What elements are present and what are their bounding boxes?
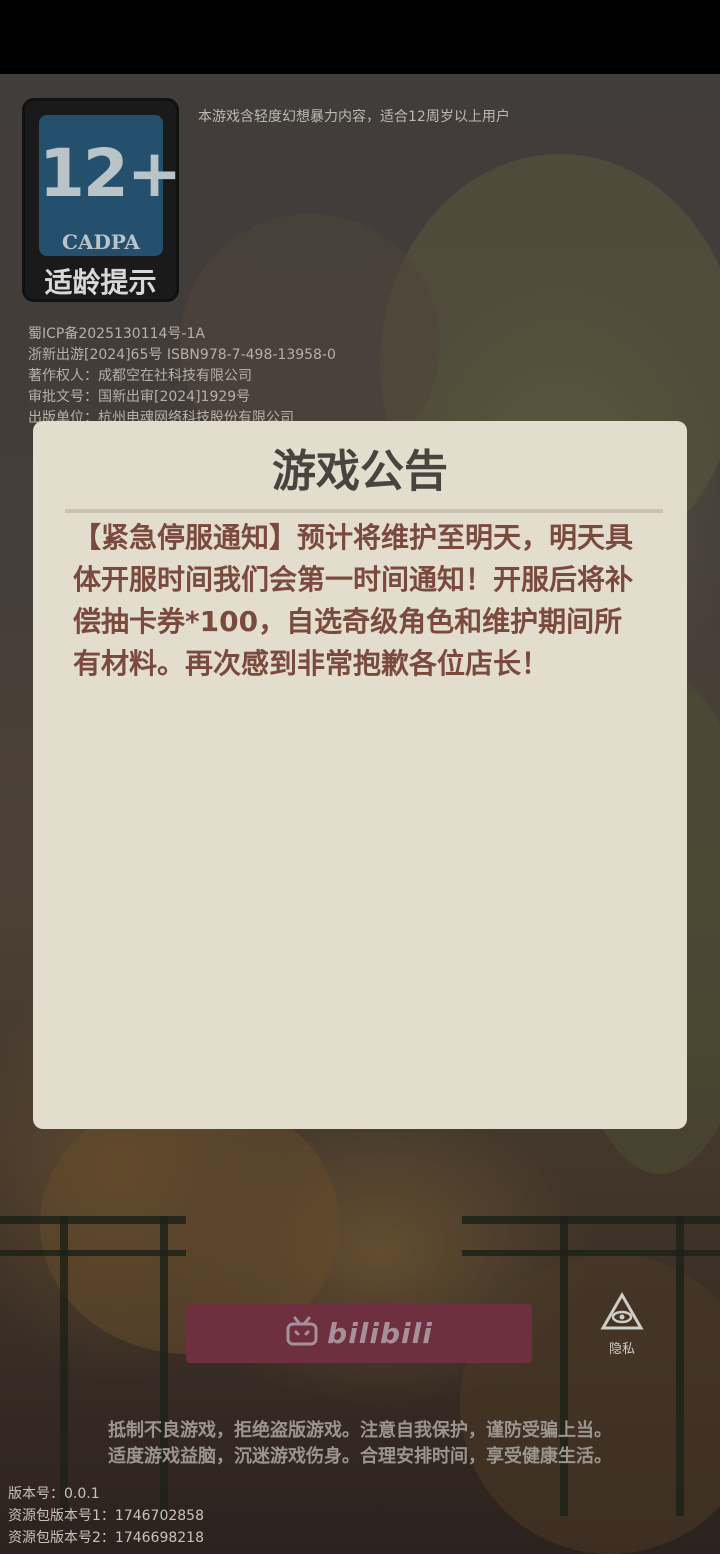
version-line: 资源包版本号1：1746702858 xyxy=(8,1508,204,1524)
version-info: 版本号：0.0.1 资源包版本号1：1746702858 资源包版本号2：174… xyxy=(8,1483,204,1549)
status-bar xyxy=(0,0,720,74)
tree-foliage xyxy=(460,1254,720,1554)
fence-post xyxy=(160,1216,168,1516)
notice-modal[interactable]: 游戏公告 【紧急停服通知】预计将维护至明天，明天具体开服时间我们会第一时间通知！… xyxy=(33,421,687,1129)
license-line: 浙新出游[2024]65号 ISBN978-7-498-13958-0 xyxy=(28,347,336,363)
version-line: 资源包版本号2：1746698218 xyxy=(8,1530,204,1546)
age-rating-note: 本游戏含轻度幻想暴力内容，适合12周岁以上用户 xyxy=(198,109,510,125)
age-rating-caption: 适龄提示 xyxy=(44,266,157,299)
fence-rail xyxy=(0,1250,186,1256)
fence-post xyxy=(676,1216,684,1516)
bilibili-login-button[interactable]: bilibili xyxy=(186,1304,532,1363)
license-line: 审批文号：国新出审[2024]1929号 xyxy=(28,389,251,405)
notice-title: 游戏公告 xyxy=(272,446,448,497)
bilibili-label: bilibili xyxy=(327,1317,433,1350)
health-warning: 抵制不良游戏，拒绝盗版游戏。注意自我保护，谨防受骗上当。 适度游戏益脑，沉迷游戏… xyxy=(0,1418,720,1470)
privacy-button[interactable]: 隐私 xyxy=(596,1291,648,1362)
age-rating-org: CADPA xyxy=(62,230,140,254)
license-line: 蜀ICP备2025130114号-1A xyxy=(28,326,205,342)
version-line: 版本号：0.0.1 xyxy=(8,1486,100,1502)
notice-body: 【紧急停服通知】预计将维护至明天，明天具体开服时间我们会第一时间通知！开服后将补… xyxy=(73,521,634,680)
fence-rail xyxy=(462,1250,720,1256)
bilibili-tv-icon xyxy=(285,1316,319,1352)
fence-post xyxy=(560,1216,568,1516)
license-info: 蜀ICP备2025130114号-1A 浙新出游[2024]65号 ISBN97… xyxy=(28,324,336,429)
license-line: 著作权人：成都空在社科技有限公司 xyxy=(28,368,252,384)
fence-post xyxy=(60,1216,68,1516)
warning-line: 抵制不良游戏，拒绝盗版游戏。注意自我保护，谨防受骗上当。 xyxy=(108,1420,612,1441)
fence-rail xyxy=(462,1216,720,1224)
privacy-label: 隐私 xyxy=(608,1342,635,1357)
age-rating-badge[interactable]: 12+ CADPA 适龄提示 xyxy=(22,98,182,302)
warning-line: 适度游戏益脑，沉迷游戏伤身。合理安排时间，享受健康生活。 xyxy=(108,1446,612,1467)
notice-divider xyxy=(65,509,663,513)
fence-rail xyxy=(0,1216,186,1224)
age-rating-number: 12+ xyxy=(39,135,182,212)
eye-triangle-icon xyxy=(600,1291,644,1336)
age-rating-panel: 12+ CADPA xyxy=(39,115,182,256)
